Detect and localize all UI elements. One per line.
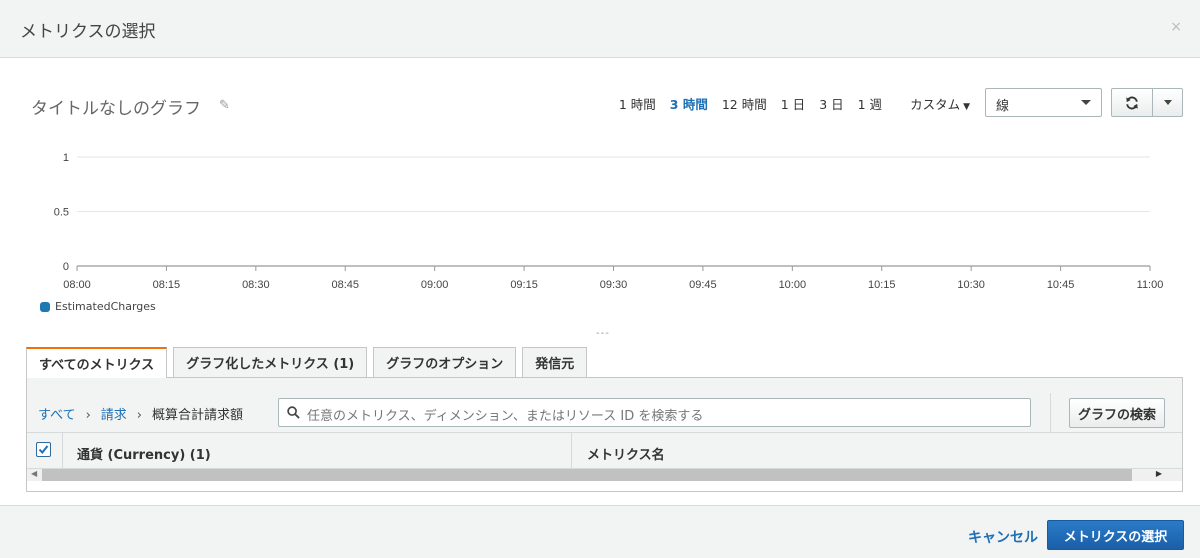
range-1d[interactable]: 1 日 [781, 94, 805, 113]
x-tick-label: 09:15 [510, 279, 538, 291]
breadcrumb-current: 概算合計請求額 [152, 408, 244, 423]
column-header-metric-name[interactable]: メトリクス名 [587, 444, 665, 463]
x-axis-ticks: 08:00 08:15 08:30 08:45 09:00 09:15 09:30 09:45… [63, 266, 1163, 291]
breadcrumb-separator: › [136, 408, 142, 423]
chart-legend[interactable]: EstimatedCharges [40, 300, 156, 313]
chart-grid [77, 156, 1150, 267]
x-tick-label: 08:15 [153, 279, 181, 291]
modal-title: メトリクスの選択 [20, 22, 156, 42]
range-3d[interactable]: 3 日 [819, 94, 843, 113]
x-tick-label: 08:45 [331, 279, 359, 291]
scroll-right-icon[interactable]: ▶ [1156, 469, 1162, 478]
graph-title[interactable]: タイトルなしのグラフ [31, 94, 201, 119]
graph-search-button[interactable]: グラフの検索 [1069, 398, 1165, 428]
legend-label: EstimatedCharges [55, 300, 156, 313]
breadcrumb: すべて › 請求 › 概算合計請求額 [38, 404, 243, 423]
range-custom[interactable]: カスタム ▼ [896, 94, 970, 113]
x-tick-label: 09:00 [421, 279, 449, 291]
cancel-button[interactable]: キャンセル [968, 527, 1038, 547]
tab-source[interactable]: 発信元 [522, 347, 588, 377]
y-axis-ticks: 10.50 [54, 152, 69, 273]
metrics-panel: すべて › 請求 › 概算合計請求額 任意のメトリクス、ディメンション、またはリソース … [26, 377, 1183, 492]
x-tick-label: 10:00 [779, 279, 807, 291]
range-1w[interactable]: 1 週 [858, 94, 882, 113]
y-tick-label: 0 [63, 261, 69, 273]
x-tick-label: 09:30 [600, 279, 628, 291]
close-icon[interactable]: × [1170, 19, 1182, 35]
scrollbar-thumb[interactable] [42, 469, 1132, 481]
x-tick-label: 09:45 [689, 279, 717, 291]
metric-search-input[interactable]: 任意のメトリクス、ディメンション、またはリソース ID を検索する [278, 398, 1031, 427]
select-all-checkbox[interactable] [36, 442, 51, 457]
refresh-button[interactable] [1111, 88, 1153, 117]
x-tick-label: 10:45 [1047, 279, 1075, 291]
breadcrumb-bar: すべて › 請求 › 概算合計請求額 任意のメトリクス、ディメンション、またはリソース … [27, 378, 1182, 433]
tab-all-metrics[interactable]: すべてのメトリクス [26, 347, 168, 378]
caret-down-icon: ▼ [963, 102, 970, 112]
chevron-down-icon [1081, 100, 1091, 105]
column-divider [571, 433, 572, 469]
breadcrumb-billing[interactable]: 請求 [101, 408, 127, 423]
refresh-options-button[interactable] [1153, 88, 1183, 117]
y-tick-label: 0.5 [54, 207, 69, 219]
tab-graph-options[interactable]: グラフのオプション [373, 347, 517, 377]
time-range-selector: 1 時間 3 時間 12 時間 1 日 3 日 1 週 カスタム ▼ [605, 94, 970, 113]
modal-footer: キャンセル メトリクスの選択 [0, 505, 1200, 558]
edit-title-icon[interactable]: ✎ [219, 98, 230, 113]
breadcrumb-all[interactable]: すべて [38, 408, 76, 423]
x-tick-label: 11:00 [1137, 279, 1164, 291]
range-12h[interactable]: 12 時間 [722, 94, 767, 113]
table-header: 通貨 (Currency) (1) メトリクス名 [27, 433, 1182, 469]
metric-tabs: すべてのメトリクス グラフ化したメトリクス (1) グラフのオプション 発信元 [26, 347, 593, 378]
modal-header: メトリクスの選択 × [0, 0, 1200, 58]
x-tick-label: 08:30 [242, 279, 270, 291]
range-custom-label: カスタム [910, 97, 961, 112]
select-metrics-button[interactable]: メトリクスの選択 [1047, 520, 1184, 550]
checkmark-icon [38, 445, 49, 455]
horizontal-scrollbar[interactable]: ◀ ▶ [27, 469, 1182, 481]
column-header-currency[interactable]: 通貨 (Currency) (1) [77, 444, 211, 463]
search-placeholder: 任意のメトリクス、ディメンション、またはリソース ID を検索する [307, 409, 704, 424]
range-3h[interactable]: 3 時間 [670, 94, 708, 113]
column-divider [62, 433, 63, 469]
refresh-icon [1126, 96, 1138, 109]
resize-handle[interactable]: --- [596, 328, 610, 339]
y-tick-label: 1 [63, 152, 69, 164]
line-chart: 10.50 08:00 08:15 08:30 08:45 09:00 09:15 09:3… [54, 152, 1164, 291]
x-tick-label: 08:00 [63, 279, 91, 291]
legend-swatch [40, 301, 50, 312]
x-tick-label: 10:30 [957, 279, 985, 291]
divider [1050, 393, 1051, 433]
x-tick-label: 10:15 [868, 279, 896, 291]
tab-graphed-metrics[interactable]: グラフ化したメトリクス (1) [173, 347, 368, 377]
graph-type-value: 線 [996, 99, 1010, 114]
breadcrumb-separator: › [85, 408, 91, 423]
refresh-button-group [1111, 88, 1183, 117]
caret-down-icon [1163, 100, 1172, 105]
search-icon [287, 406, 300, 419]
scroll-left-icon[interactable]: ◀ [31, 469, 37, 478]
range-1h[interactable]: 1 時間 [619, 94, 656, 113]
graph-type-select[interactable]: 線 [985, 88, 1102, 117]
